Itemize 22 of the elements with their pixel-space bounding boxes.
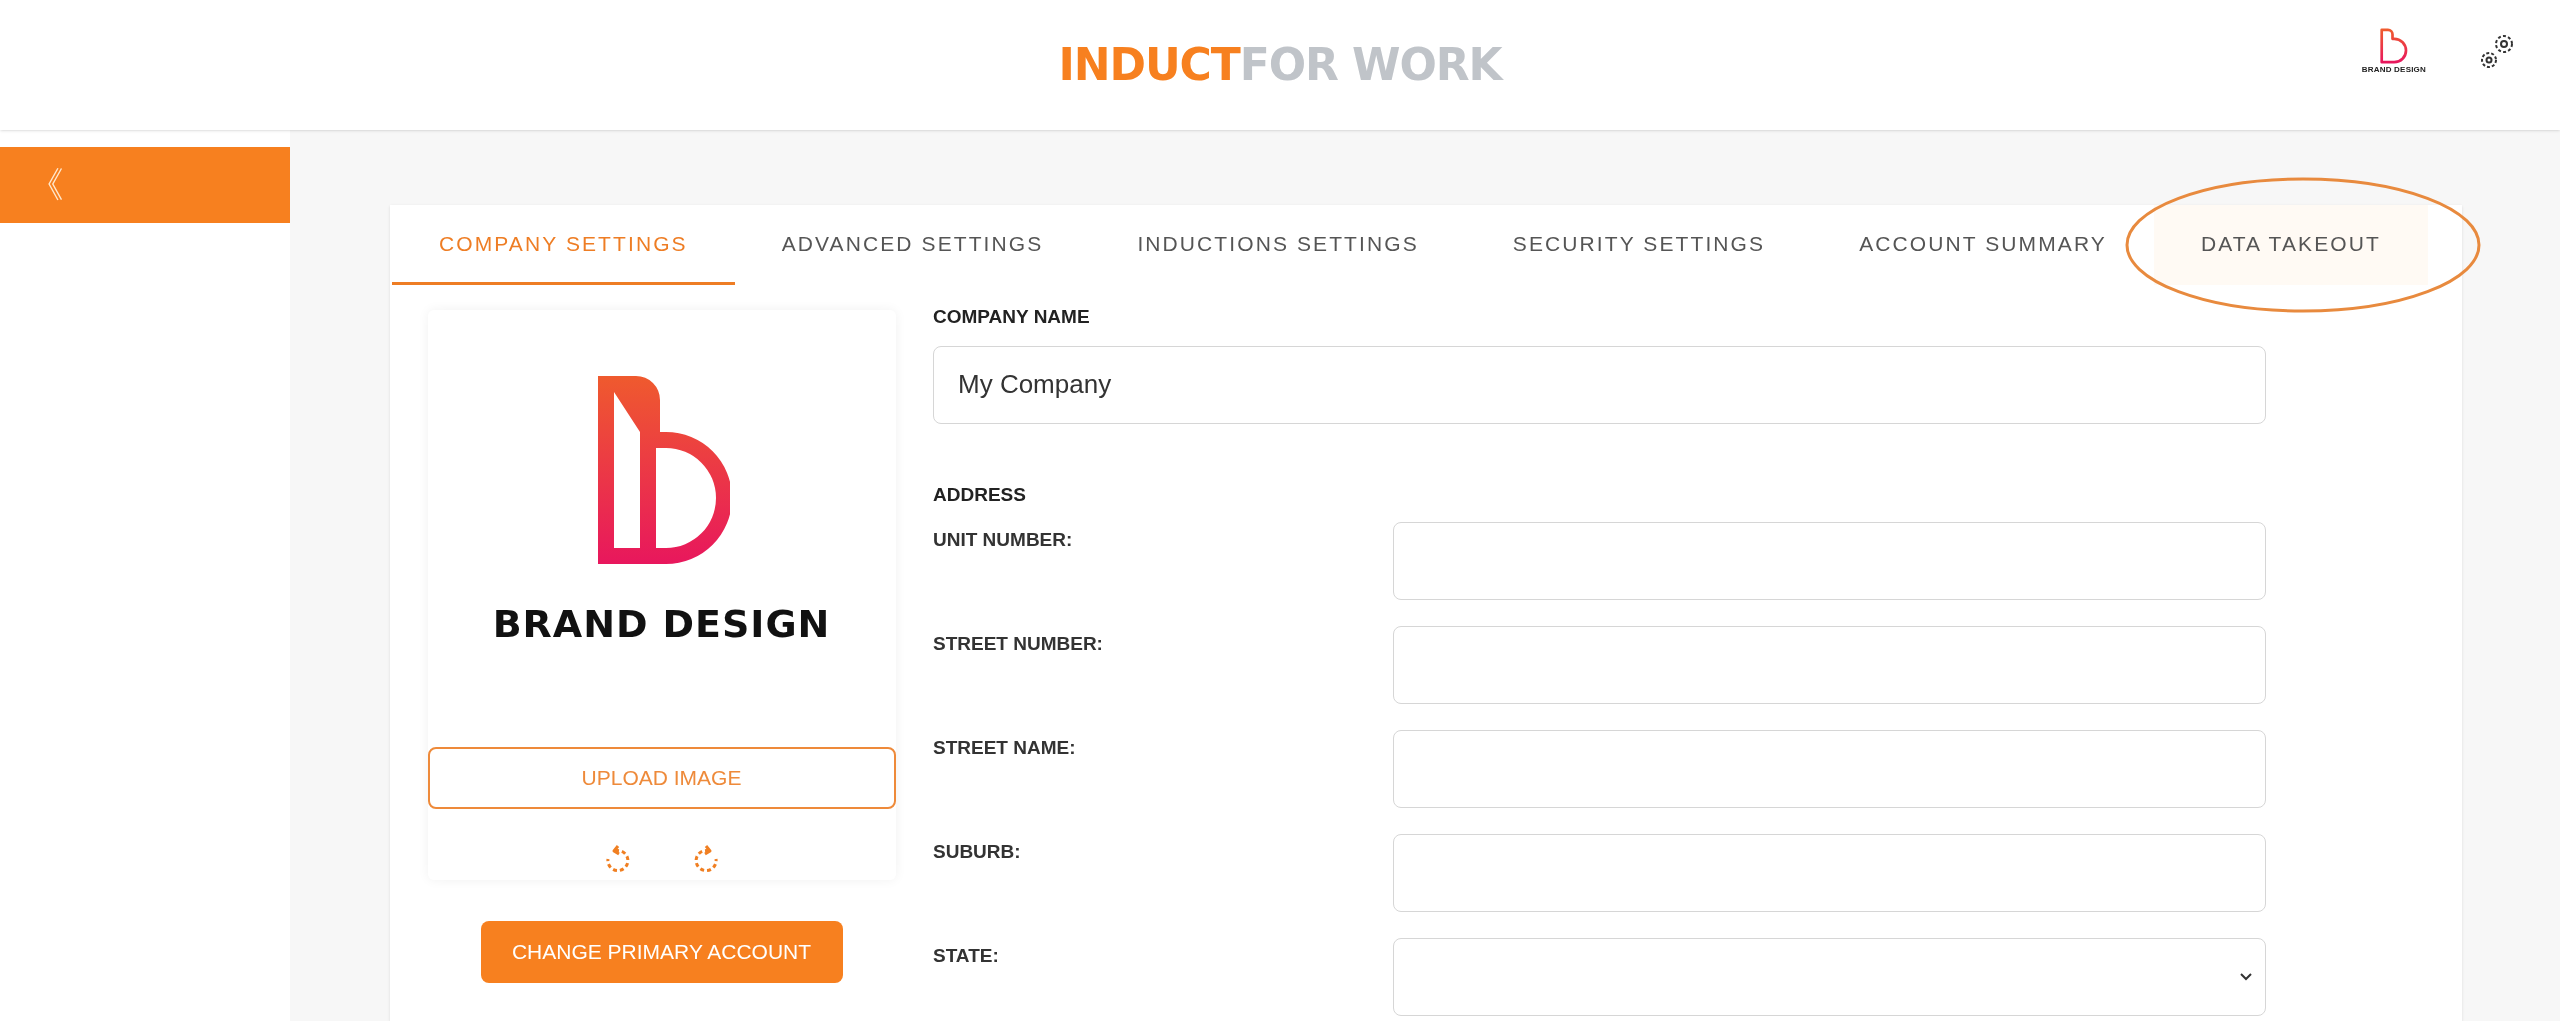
account-logo[interactable]: BRAND DESIGN	[2361, 28, 2426, 76]
settings-tab[interactable]: DATA TAKEOUT	[2153, 205, 2428, 285]
input-field[interactable]	[1393, 626, 2266, 704]
field-label: SUBURB:	[933, 840, 1022, 864]
settings-tab[interactable]: ACCOUNT SUMMARY	[1812, 205, 2154, 285]
field-label: STATE:	[933, 944, 1000, 968]
settings-tab[interactable]: SECURITY SETTINGS	[1465, 205, 1813, 285]
app-logo: INDUCTFOR WORK	[1058, 38, 1502, 92]
field-label: UNIT NUMBER:	[933, 528, 1074, 552]
company-name-field[interactable]: My Company	[933, 345, 2266, 424]
input-field[interactable]	[1393, 522, 2266, 600]
field-label: STREET NAME:	[933, 736, 1077, 760]
field-label: COMPANY NAME	[933, 305, 1091, 329]
section-heading: ADDRESS	[933, 482, 1027, 507]
field-label: STREET NUMBER:	[933, 632, 1104, 656]
settings-tab[interactable]: ADVANCED SETTINGS	[734, 205, 1091, 285]
input-field[interactable]	[1393, 730, 2266, 808]
select-field[interactable]	[1393, 938, 2266, 1016]
chevron-down-icon	[2239, 972, 2253, 982]
brand-logo-text: BRAND DESIGN	[492, 601, 831, 648]
settings-tab[interactable]: INDUCTIONS SETTINGS	[1090, 205, 1466, 285]
input-field[interactable]	[1393, 834, 2266, 912]
